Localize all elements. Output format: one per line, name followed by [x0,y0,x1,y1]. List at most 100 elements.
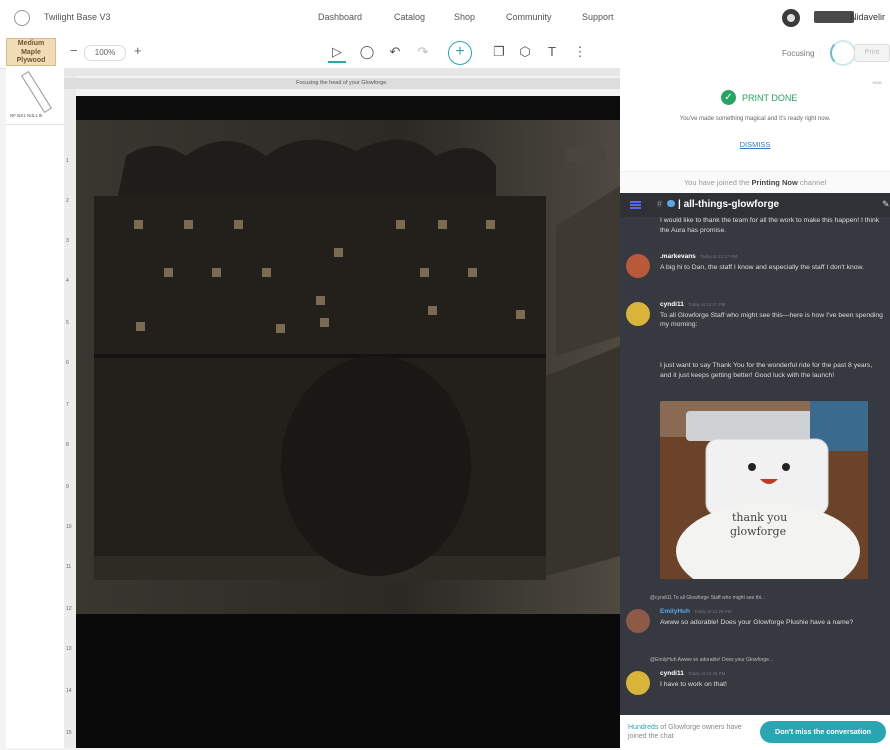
ruler-tick: 2 [66,198,69,204]
more-options-icon[interactable]: ⋮ [571,43,589,61]
undo-icon[interactable]: ↶ [386,43,404,61]
ruler-top [64,68,620,76]
focusing-status: Focusing [782,49,815,58]
plushie-illustration [660,401,868,579]
author-name[interactable]: .markevans [660,253,696,260]
hide-link[interactable]: HIDE [872,80,882,85]
top-nav-bar: Twilight Base V3 Dashboard Catalog Shop … [0,0,890,37]
avatar[interactable] [626,671,650,695]
zoom-in-button[interactable]: + [134,43,142,58]
nav-catalog[interactable]: Catalog [394,12,425,22]
chat-embed: # | all-things-glowforge ✎ I would like … [620,193,890,715]
nav-dashboard[interactable]: Dashboard [318,12,362,22]
chat-header: # | all-things-glowforge ✎ [620,193,890,217]
avatar[interactable] [626,609,650,633]
author-name[interactable]: EmilyHuh [660,608,690,615]
joined-channel-name: Printing Now [751,178,798,187]
avatar[interactable] [626,302,650,326]
cta-text: Hundreds of Glowforge owners have joined… [628,723,758,741]
pan-tool-icon[interactable]: ◯ [358,43,376,61]
message-text: I just want to say Thank You for the won… [660,362,873,379]
plushie-text-line-2: glowforge [730,525,787,538]
nav-support[interactable]: Support [582,12,614,22]
message-body: cyndi11 Today at 12:27 PM To all Glowforg… [660,300,884,330]
user-avatar[interactable] [782,9,800,27]
reply-reference[interactable]: @EmilyHuh Awww so adorable! Does your Gl… [650,657,773,663]
channel-name: | all-things-glowforge [678,199,780,210]
zoom-out-button[interactable]: − [70,43,78,58]
ruler-tick: 9 [66,484,69,490]
material-line-3: Plywood [16,57,46,64]
message-text: I would like to thank the team for all t… [660,217,880,234]
focusing-spinner-icon [830,40,856,66]
cta-highlight: Hundreds [628,724,659,731]
ruler-tick: 6 [66,360,69,366]
username[interactable]: Nidavelir [850,12,885,22]
thumbnail-shape [21,70,52,114]
editor-toolbar: Medium Maple Plywood − 100% + ▷ ◯ ↶ ↷ + … [0,36,890,69]
camera-image [76,120,620,748]
printer-icon[interactable] [814,11,854,23]
message-body: .markevans Today at 12:27 PM A big hi to … [660,252,884,272]
plushie-photo[interactable]: thank you glowforge [660,401,868,579]
design-thumbnail[interactable]: NF BS1 NdL1 tk [6,68,64,125]
message-text: To all Glowforge Staff who might see thi… [660,311,883,329]
message-text: A big hi to Dan, the staff I know and es… [660,263,864,271]
chat-bubble-icon [667,200,675,207]
ruler-tick: 3 [66,238,69,244]
print-done-message: You've made something magical and it's r… [679,116,831,122]
redo-icon[interactable]: ↷ [414,43,432,61]
material-badge[interactable]: Medium Maple Plywood [6,38,56,66]
copy-icon[interactable]: ❐ [490,43,508,61]
pin-icon[interactable]: ✎ [882,199,890,210]
print-done-title: PRINT DONE [742,93,798,103]
focus-message: Focusing the head of your Glowforge. [64,78,620,89]
glowforge-logo-icon[interactable] [14,10,30,26]
author-name[interactable]: cyndi11 [660,301,684,308]
bed-camera-view[interactable] [76,96,620,748]
author-name[interactable]: cyndi11 [660,670,684,677]
zoom-level[interactable]: 100% [84,45,126,61]
ruler-tick: 12 [66,606,72,612]
select-tool-icon[interactable]: ▷ [328,43,346,63]
avatar[interactable] [626,254,650,278]
add-artwork-button[interactable]: + [448,41,472,65]
ruler-tick: 4 [66,278,69,284]
joined-prefix: You have joined the [683,178,752,187]
joined-channel-notice: You have joined the Printing Now channel [620,171,890,194]
message-body: I would like to thank the team for all t… [660,215,884,235]
shapes-icon[interactable]: ⬡ [516,43,534,61]
message-body: EmilyHuh Today at 12:29 PM Awww so adorab… [660,607,884,627]
ruler-tick: 5 [66,320,69,326]
message-body: I just want to say Thank You for the won… [660,360,884,380]
nav-community[interactable]: Community [506,12,552,22]
timestamp: Today at 12:27 PM [699,254,738,259]
chat-cta-bar: Hundreds of Glowforge owners have joined… [620,715,890,750]
ruler-tick: 1 [66,158,69,164]
message-body: cyndi11 Today at 12:29 PM I have to work … [660,669,884,689]
dismiss-link[interactable]: DISMISS [620,140,890,149]
join-chat-button[interactable]: Don't miss the conversation [760,721,886,743]
plushie-text-line-1: thank you [732,511,788,524]
timestamp: Today at 12:29 PM [693,609,732,614]
print-done-card: HIDE ✓ PRINT DONE You've made something … [620,68,890,171]
timestamp: Today at 12:29 PM [687,671,726,676]
reply-reference[interactable]: @cyndi11 To all Glowforge Staff who migh… [650,595,765,601]
material-line-2: Maple [21,48,41,56]
ruler-tick: 14 [66,688,72,694]
menu-icon[interactable] [630,201,641,209]
text-tool-icon[interactable]: T [543,43,561,61]
channel-hash-icon: # [657,199,663,209]
message-text: Awww so adorable! Does your Glowforge Pl… [660,618,854,626]
thumbnail-label: NF BS1 NdL1 tk [10,113,43,118]
nav-shop[interactable]: Shop [454,12,475,22]
ruler-tick: 7 [66,402,69,408]
check-circle-icon: ✓ [721,90,736,105]
print-button[interactable]: Print [854,44,890,62]
joined-suffix: channel [797,178,827,187]
design-title[interactable]: Twilight Base V3 [44,12,111,22]
ruler-tick: 13 [66,646,72,652]
right-panel: HIDE ✓ PRINT DONE You've made something … [620,68,890,750]
ruler-tick: 11 [66,564,72,570]
ruler-tick: 10 [66,524,72,530]
